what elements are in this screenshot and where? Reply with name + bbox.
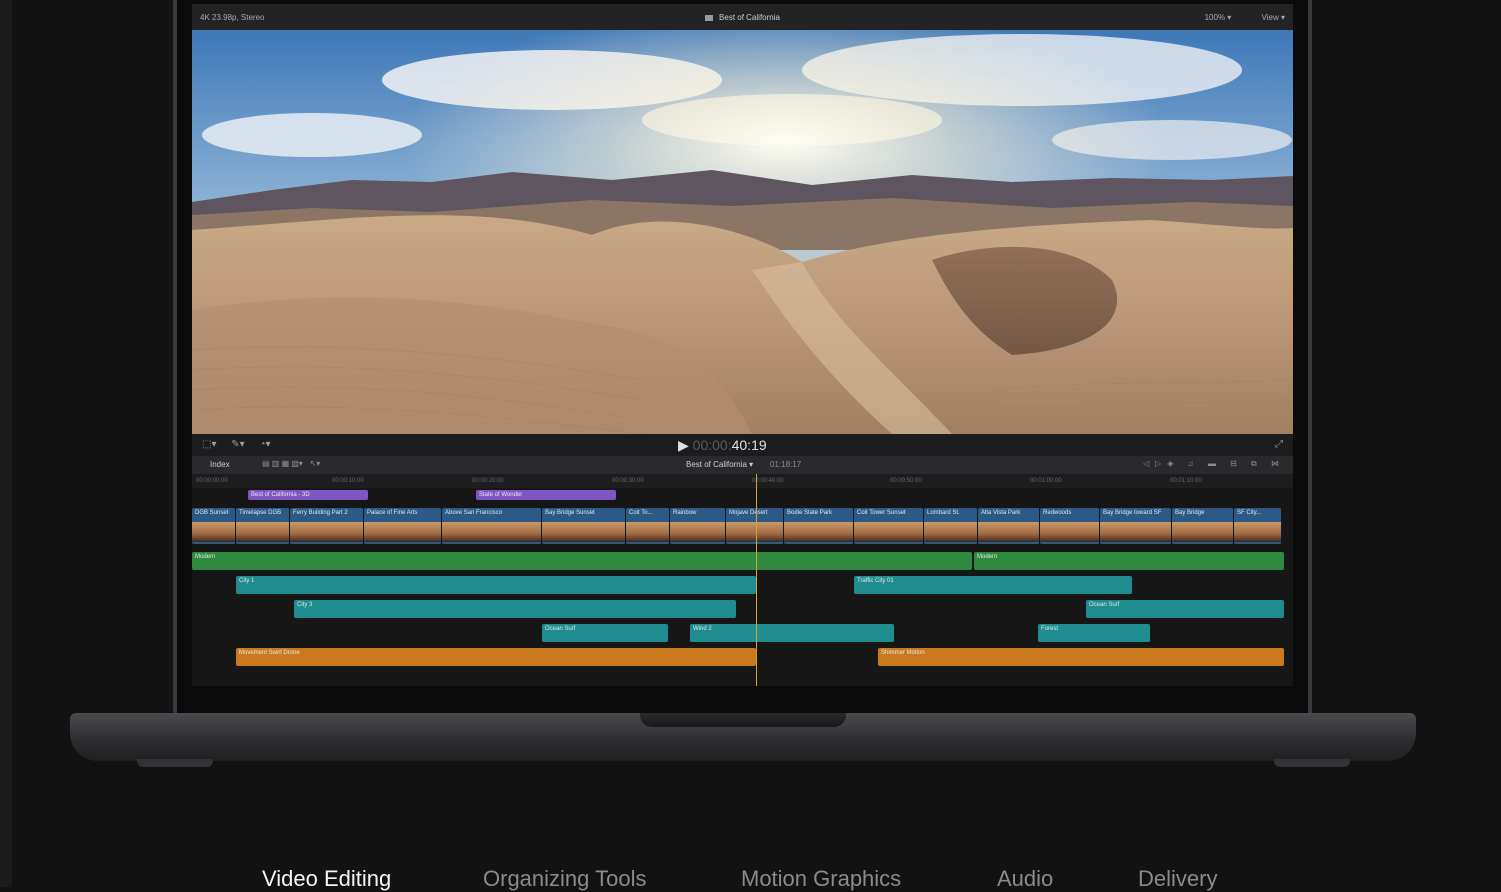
audio-clip[interactable]: Traffic City 01 — [854, 576, 1132, 594]
video-clip[interactable]: Coit Tower Sunset — [854, 508, 924, 544]
project-duration: 01:18:17 — [770, 460, 802, 469]
clip-thumbnail — [290, 522, 363, 542]
title-clip[interactable]: Best of California - 3D — [248, 490, 368, 500]
video-clip[interactable]: Bay Bridge toward SF — [1100, 508, 1172, 544]
final-cut-pro-window: 4K 23.98p, Stereo Best of California 100… — [192, 4, 1293, 686]
video-clip[interactable]: Coit To... — [626, 508, 670, 544]
viewer-top-bar: 4K 23.98p, Stereo Best of California 100… — [192, 4, 1293, 30]
audio-clip[interactable]: Ocean Surf — [1086, 600, 1284, 618]
clip-thumbnail — [1172, 522, 1233, 542]
clip-thumbnail — [1040, 522, 1099, 542]
ruler-mark: 00:00:30:00 — [612, 478, 644, 484]
video-viewer[interactable] — [192, 30, 1293, 434]
video-clip[interactable]: Mojave Desert — [726, 508, 784, 544]
desert-dunes-frame — [192, 30, 1293, 434]
tab-motion-graphics[interactable]: Motion Graphics — [741, 866, 901, 892]
laptop-foot — [1274, 759, 1350, 767]
viewer-tool-group: ⬚▾ ✎▾ ◔▾ — [202, 439, 283, 450]
video-clip[interactable]: Above San Francisco — [442, 508, 542, 544]
clip-thumbnail — [854, 522, 923, 542]
timeline-ruler[interactable]: 00:00:00:00 00:00:10:00 00:00:20:00 00:0… — [192, 474, 1293, 488]
tab-audio[interactable]: Audio — [997, 866, 1053, 892]
audio-clip[interactable]: Forest — [1038, 624, 1150, 642]
ruler-mark: 00:00:00:00 — [196, 478, 228, 484]
ruler-mark: 00:01:00:00 — [1030, 478, 1062, 484]
clip-thumbnail — [236, 522, 289, 542]
music-clip[interactable]: Modern — [192, 552, 972, 570]
video-clip[interactable]: Rainbow — [670, 508, 726, 544]
clip-thumbnail — [670, 522, 725, 542]
tab-delivery[interactable]: Delivery — [1138, 866, 1217, 892]
music-clip[interactable]: Modern — [974, 552, 1284, 570]
video-clip[interactable]: Timelapse DGB — [236, 508, 290, 544]
project-menu[interactable]: Best of California ▾ — [686, 460, 753, 469]
video-clip[interactable]: SF City... — [1234, 508, 1282, 544]
video-clip[interactable]: Bay Bridge Sunset — [542, 508, 626, 544]
clip-thumbnail — [442, 522, 541, 542]
project-title-area: Best of California — [192, 13, 1293, 22]
clip-thumbnail — [978, 522, 1039, 542]
video-clip[interactable]: Lombard St. — [924, 508, 978, 544]
clip-thumbnail — [726, 522, 783, 542]
audio-clip[interactable]: City 1 — [236, 576, 756, 594]
video-clip[interactable]: Redwoods — [1040, 508, 1100, 544]
clip-thumbnail — [784, 522, 853, 542]
page-edge — [0, 0, 12, 887]
playhead[interactable] — [756, 474, 757, 686]
timeline-tracks[interactable]: Best of California - 3D State of Wonder … — [192, 488, 1293, 686]
audio-clip[interactable]: City 3 — [294, 600, 736, 618]
clip-thumbnail — [192, 522, 235, 542]
clip-thumbnail — [924, 522, 977, 542]
video-clip[interactable]: Palace of Fine Arts — [364, 508, 442, 544]
audio-clip[interactable]: Ocean Surf — [542, 624, 668, 642]
fullscreen-icon[interactable]: ⤢ — [1275, 439, 1283, 450]
tab-organizing-tools[interactable]: Organizing Tools — [483, 866, 646, 892]
video-clip[interactable]: DGB Sunset — [192, 508, 236, 544]
view-menu[interactable]: View ▾ — [1248, 13, 1285, 22]
clip-thumbnail — [1100, 522, 1171, 542]
ruler-mark: 00:00:50:00 — [890, 478, 922, 484]
timecode-display: ▶ 00:00:40:19 — [678, 437, 767, 453]
play-icon[interactable]: ▶ — [678, 437, 689, 453]
timeline-toolbar: Index ▤ ▥ ▦ ▧▾ ↖▾ Best of California ▾ 0… — [192, 456, 1293, 474]
film-icon — [705, 15, 714, 21]
clip-thumbnail — [1234, 522, 1281, 542]
speed-icon[interactable]: ◔▾ — [259, 439, 270, 450]
ruler-mark: 00:00:10:00 — [332, 478, 364, 484]
edit-tools-icon[interactable]: ▤ ▥ ▦ ▧▾ ↖▾ — [262, 459, 320, 468]
clip-thumbnail — [542, 522, 625, 542]
ruler-mark: 00:00:20:00 — [472, 478, 504, 484]
viewer-controls: ⬚▾ ✎▾ ◔▾ ▶ 00:00:40:19 ⤢ — [192, 434, 1293, 456]
project-title: Best of California — [719, 13, 780, 22]
laptop-notch — [640, 713, 846, 727]
clip-thumbnail — [364, 522, 441, 542]
ruler-mark: 00:01:10:00 — [1170, 478, 1202, 484]
laptop-foot — [137, 759, 213, 767]
video-clip[interactable]: Bodie State Park — [784, 508, 854, 544]
transform-icon[interactable]: ⬚▾ — [202, 439, 216, 450]
title-clip[interactable]: State of Wonder — [476, 490, 616, 500]
clip-thumbnail — [626, 522, 669, 542]
index-button[interactable]: Index — [210, 460, 230, 469]
audio-clip[interactable]: Wind 2 — [690, 624, 894, 642]
feature-tabs: Video Editing Organizing Tools Motion Gr… — [0, 862, 1501, 891]
timecode-value: 40:19 — [731, 437, 767, 453]
video-clip[interactable]: Ferry Building Part 2 — [290, 508, 364, 544]
effects-clip[interactable]: Movement Swirl Drone — [236, 648, 756, 666]
effects-clip[interactable]: Shimmer Motion — [878, 648, 1284, 666]
zoom-menu[interactable]: 100% ▾ — [1191, 13, 1232, 22]
enhance-icon[interactable]: ✎▾ — [231, 439, 244, 450]
video-clip[interactable]: Alta Vista Park — [978, 508, 1040, 544]
tab-video-editing[interactable]: Video Editing — [262, 866, 391, 892]
timeline-options-icon[interactable]: ◁▷◈ ♫ ▬ ⊟ ⧉ ⋈ — [1143, 459, 1285, 469]
video-clip[interactable]: Bay Bridge — [1172, 508, 1234, 544]
viewer-options: 100% ▾ View ▾ — [1177, 13, 1285, 22]
